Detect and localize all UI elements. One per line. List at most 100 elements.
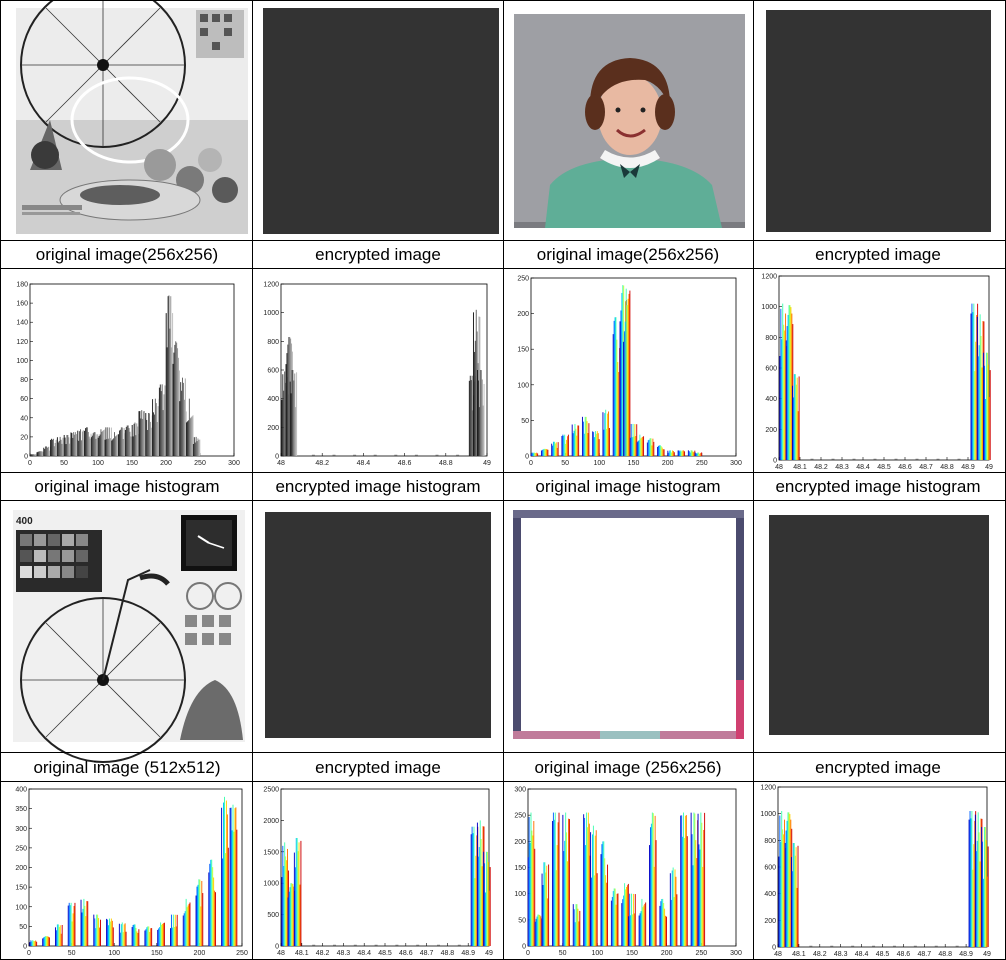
histogram-bar	[74, 434, 76, 456]
histogram-bar	[92, 433, 94, 456]
histogram-bar	[675, 876, 677, 946]
y-tick-label: 800	[764, 838, 776, 845]
histogram-bar	[484, 863, 486, 946]
histogram-bar	[669, 873, 671, 946]
caption-r2-c1: original image histogram	[34, 477, 219, 496]
histogram-bar	[641, 437, 643, 456]
x-tick-label: 100	[593, 460, 605, 467]
histogram-bar	[123, 924, 125, 946]
histogram-bar	[571, 424, 573, 456]
histogram-baseline-bar	[353, 454, 357, 456]
histogram-bar	[629, 437, 631, 456]
histogram-bar	[130, 436, 132, 456]
x-tick-label: 150	[628, 460, 640, 467]
histogram-bar	[114, 432, 115, 456]
histogram-bar	[55, 930, 57, 946]
histogram-bar	[529, 842, 531, 946]
histogram-bar	[786, 326, 788, 460]
histogram-bar	[209, 863, 211, 946]
histogram-bar	[568, 818, 569, 946]
histogram-frame-encrypted: 48 48.1 48.2 48.3 48.4 48.5 48.6 48.7 48.8 48.9 49…	[760, 785, 991, 959]
histogram-bar	[184, 378, 186, 456]
histogram-bar	[986, 352, 988, 460]
histogram-bar	[45, 446, 47, 456]
histogram-bar	[628, 916, 630, 946]
histogram-bar	[564, 840, 566, 946]
histogram-bar	[970, 313, 972, 460]
x-tick-label: 250	[236, 950, 248, 957]
histogram-bar	[201, 880, 203, 946]
histogram-bar	[98, 436, 100, 456]
histogram-bar	[685, 815, 687, 946]
histogram-bar	[555, 870, 557, 946]
histogram-bar	[291, 370, 293, 456]
histogram-bar	[658, 445, 660, 456]
histogram-bar	[971, 811, 973, 947]
y-tick-label: 50	[19, 924, 27, 931]
histogram-bar	[682, 836, 684, 946]
histogram-bar	[648, 439, 650, 456]
histogram-bar	[979, 314, 981, 460]
histogram-bar	[605, 409, 607, 456]
histogram-bar	[672, 450, 674, 456]
histogram-bar	[74, 902, 76, 946]
histogram-bar	[82, 430, 84, 456]
histogram-bar	[86, 901, 88, 946]
histogram-bar	[610, 900, 612, 946]
histogram-bar	[126, 425, 128, 456]
histogram-bar	[544, 448, 546, 456]
histogram-bar	[68, 902, 70, 946]
histogram-bar	[692, 451, 694, 456]
y-tick-label: 1000	[760, 811, 776, 818]
histogram-bar	[547, 449, 549, 456]
histogram-bar	[159, 384, 161, 456]
histogram-bar	[639, 434, 641, 456]
histogram-bar	[170, 914, 172, 946]
histogram-bar	[82, 908, 84, 946]
y-tick-label: 20	[20, 434, 28, 441]
histogram-bar	[118, 923, 120, 946]
histogram-bar	[47, 936, 49, 946]
histogram-bar	[110, 918, 112, 946]
histogram-baseline-bar	[955, 945, 959, 947]
histogram-bar	[701, 452, 703, 456]
histogram-bar	[578, 425, 580, 456]
histogram-bar	[50, 439, 52, 456]
histogram-bar	[101, 431, 103, 456]
histogram-bar	[533, 452, 535, 456]
histogram-bar	[534, 921, 536, 946]
histogram-bar	[673, 897, 675, 946]
histogram-bar	[983, 878, 984, 947]
histogram-bar	[299, 884, 301, 946]
histogram-bar	[604, 858, 606, 946]
histogram-bar	[565, 443, 567, 456]
histogram-bar	[51, 439, 53, 456]
histogram-bar	[584, 416, 586, 456]
histogram-bar	[557, 822, 559, 946]
histogram-bar	[649, 438, 651, 456]
y-tick-label: 0	[522, 944, 526, 951]
histogram-bar	[231, 830, 233, 946]
histogram-bar	[105, 427, 107, 456]
histogram-bar	[528, 817, 530, 946]
x-tick-label: 100	[591, 950, 603, 957]
histogram-bar	[296, 372, 298, 456]
histogram-bar	[594, 835, 596, 946]
histogram-bar	[128, 428, 130, 456]
histogram-bar	[289, 381, 291, 456]
histogram-bar	[158, 928, 160, 946]
histogram-bar	[29, 454, 31, 456]
histogram-bar	[630, 915, 632, 946]
histogram-bar	[141, 410, 143, 456]
x-tick-label: 48.5	[378, 950, 392, 957]
histogram-bar	[642, 907, 644, 946]
histogram-bar	[475, 855, 477, 946]
histogram-bar	[97, 437, 99, 456]
histogram-bar	[674, 869, 676, 946]
histogram-bar	[186, 422, 188, 456]
histogram-bar	[44, 449, 46, 456]
histogram-bar	[677, 450, 679, 456]
histogram-bar	[94, 918, 96, 946]
histogram-bar	[483, 383, 485, 456]
histogram-bar	[295, 407, 297, 456]
